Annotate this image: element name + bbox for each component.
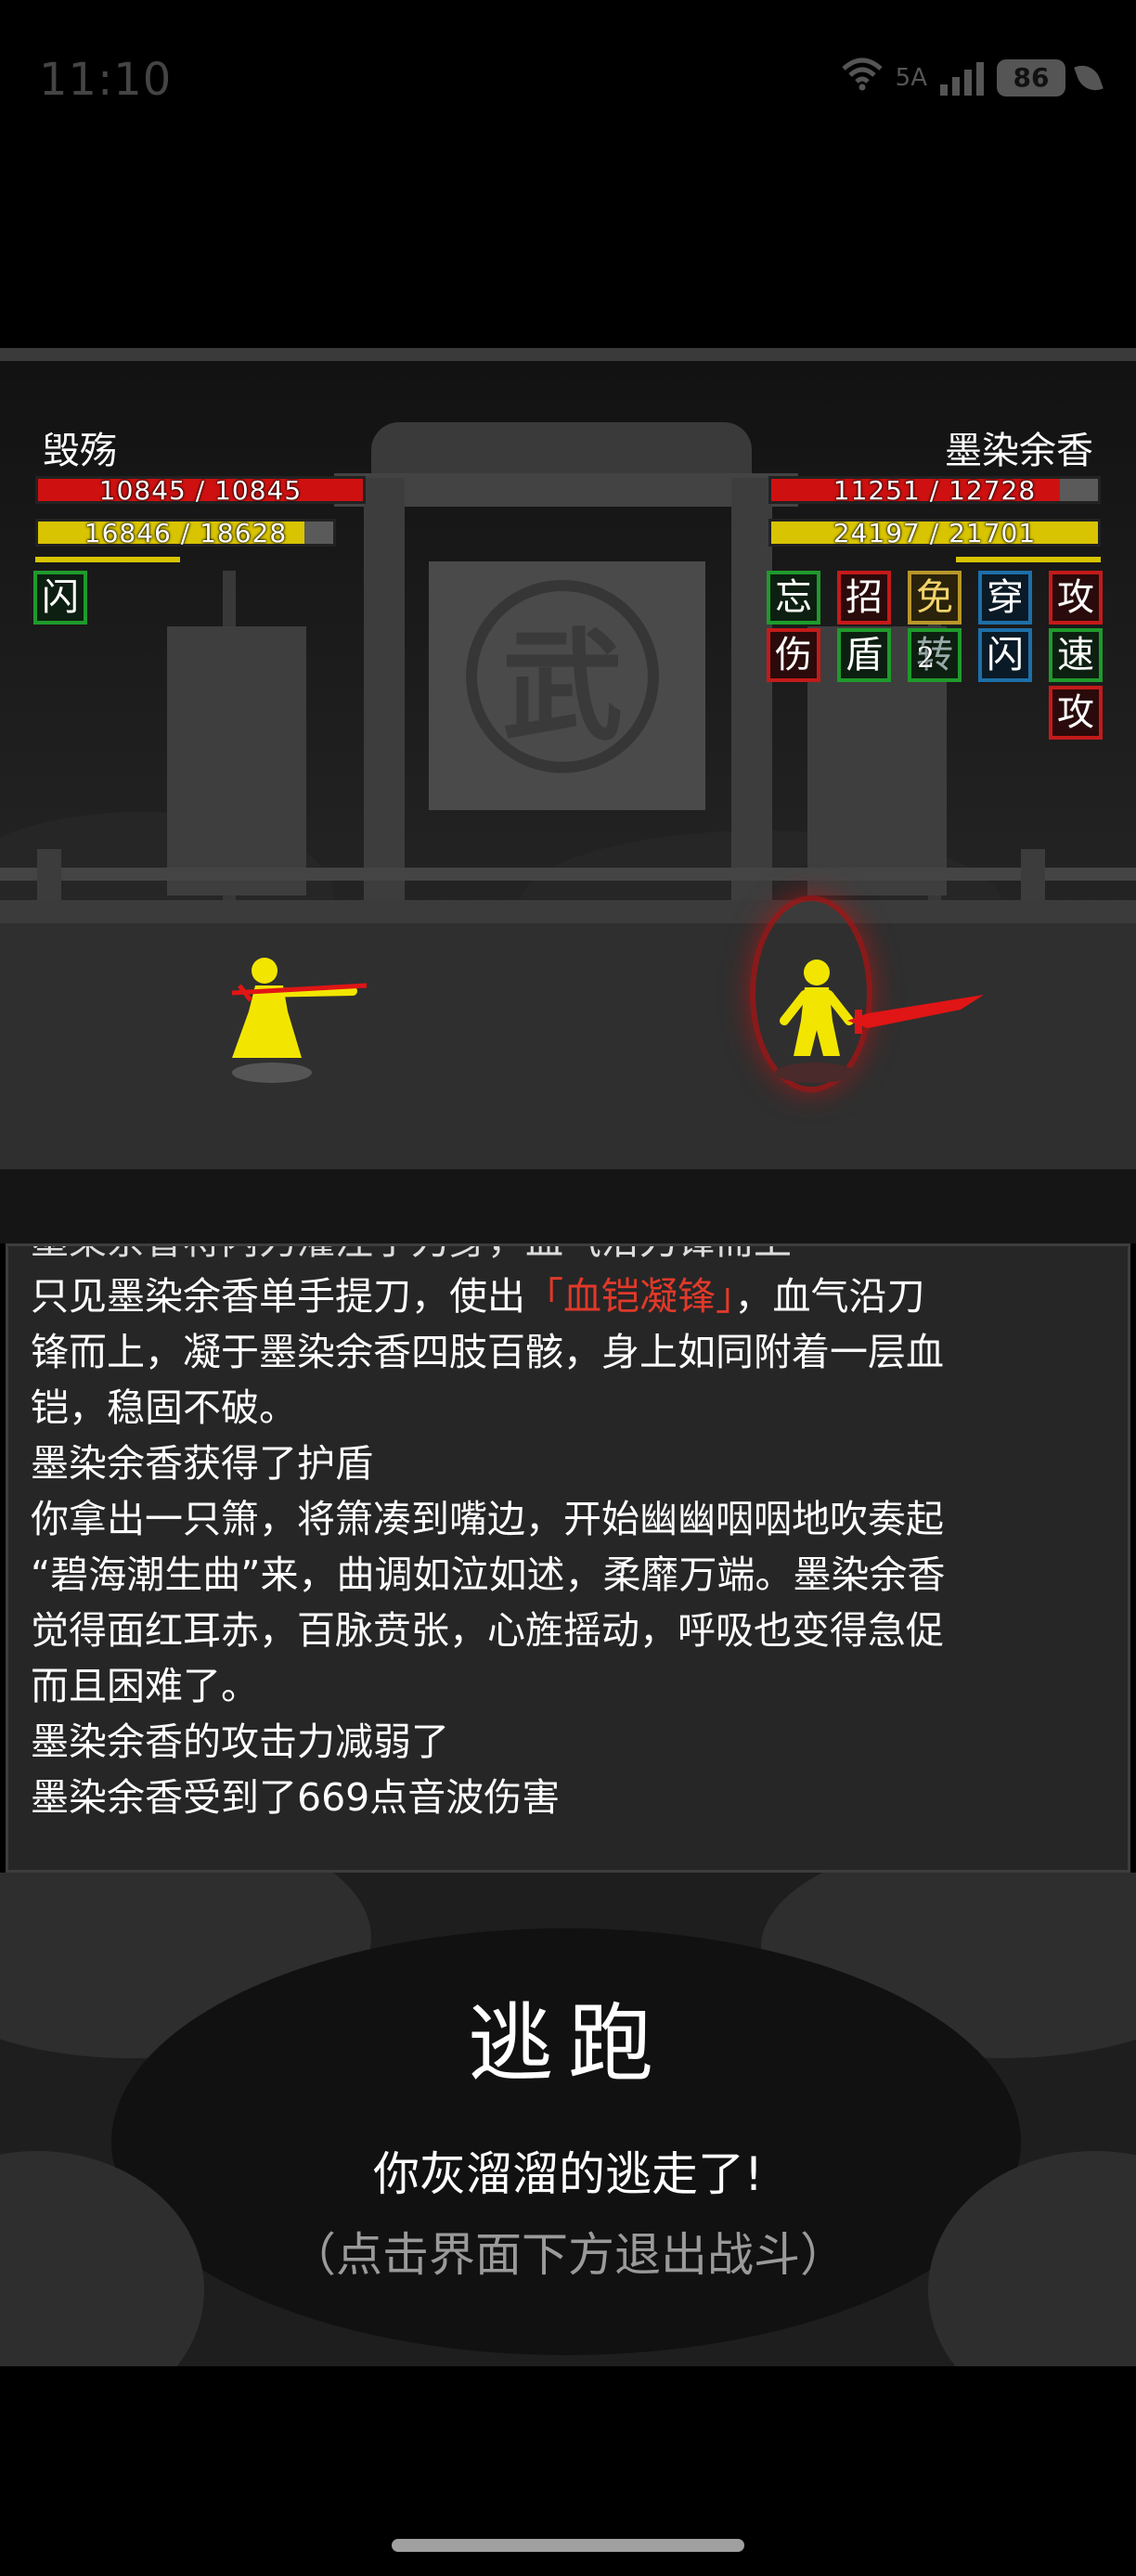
- battle-scene[interactable]: 武 毁殇 10845 / 10845 16846 / 18628 闪 墨染余香 …: [0, 348, 1136, 1243]
- player-mp-bar: 16846 / 18628: [35, 518, 336, 548]
- log-text: 只见墨染余香单手提刀，使出: [31, 1274, 525, 1319]
- status-icons: 5A 86: [842, 58, 1104, 97]
- log-line-clipped: 墨染余香将内力灌注于刀身，血气沿刀锋而上: [31, 1246, 1105, 1269]
- wifi-icon: [842, 58, 883, 97]
- banner-left: [167, 626, 306, 895]
- battle-log[interactable]: 墨染余香将内力灌注于刀身，血气沿刀锋而上 只见墨染余香单手提刀，使出「血铠凝锋」…: [6, 1243, 1130, 1873]
- player-fighter[interactable]: [213, 956, 371, 1072]
- escape-panel[interactable]: 逃跑 你灰溜溜的逃走了! （点击界面下方退出战斗）: [0, 1873, 1136, 2366]
- enemy-status-transfer[interactable]: 转 2: [908, 628, 962, 682]
- enemy-status-forget[interactable]: 忘: [767, 571, 820, 625]
- enemy-hp-text: 11251 / 12728: [833, 475, 1037, 506]
- enemy-status-immune[interactable]: 免: [908, 571, 962, 625]
- enemy-status-move[interactable]: 招: [837, 571, 891, 625]
- enemy-mp-bar: 24197 / 21701: [768, 518, 1101, 548]
- gate-pillar: [731, 478, 772, 923]
- gate-roof: [371, 422, 752, 478]
- scene-frame: [0, 348, 1136, 361]
- enemy-mp-text: 24197 / 21701: [833, 518, 1037, 548]
- escape-title: 逃跑: [467, 1994, 668, 2093]
- enemy-status-pierce[interactable]: 穿: [978, 571, 1032, 625]
- fence-rail: [0, 868, 1136, 881]
- enemy-status-dodge[interactable]: 闪: [978, 628, 1032, 682]
- enemy-status-stack-count: 2: [917, 642, 936, 675]
- signal-icon: [940, 60, 984, 96]
- log-line: 墨染余香的攻击力减弱了: [31, 1719, 449, 1764]
- log-line: 墨染余香获得了护盾: [31, 1441, 373, 1486]
- ground-edge: [0, 1169, 1136, 1243]
- player-energy-line: [35, 557, 180, 562]
- player-status-dodge[interactable]: 闪: [33, 571, 87, 625]
- log-line: 觉得面红耳赤，百脉贲张，心旌摇动，呼吸也变得急促: [31, 1608, 944, 1653]
- player-name: 毁殇: [43, 430, 117, 472]
- log-line: 墨染余香受到了669点音波伤害: [31, 1775, 561, 1820]
- status-time: 11:10: [39, 54, 173, 106]
- log-skill-name: 「血铠凝锋」: [525, 1274, 735, 1319]
- log-line: 只见墨染余香单手提刀，使出「血铠凝锋」，血气沿刀: [31, 1269, 1105, 1324]
- enemy-status-shield[interactable]: 盾: [837, 628, 891, 682]
- exit-battle-hint[interactable]: （点击界面下方退出战斗）: [0, 2218, 1136, 2285]
- enemy-name: 墨染余香: [945, 430, 1093, 472]
- player-hp-text: 10845 / 10845: [98, 475, 303, 506]
- enemy-status-attack-2[interactable]: 攻: [1049, 686, 1103, 740]
- home-indicator[interactable]: [392, 2539, 744, 2552]
- log-line: 铠，稳固不破。: [31, 1385, 297, 1430]
- log-line: “碧海潮生曲”来，曲调如泣如述，柔靡万端。墨染余香: [31, 1552, 946, 1597]
- player-mp-text: 16846 / 18628: [84, 518, 288, 548]
- log-line: 锋而上，凝于墨染余香四肢百骸，身上如同附着一层血: [31, 1330, 944, 1374]
- log-line: 而且困难了。: [31, 1664, 259, 1708]
- enemy-status-damage[interactable]: 伤: [767, 628, 820, 682]
- enemy-energy-line: [956, 557, 1101, 562]
- martial-emblem-icon: 武: [466, 580, 659, 773]
- escape-message: 你灰溜溜的逃走了!: [372, 2147, 764, 2201]
- gate-pillar: [364, 478, 405, 923]
- enemy-status-attack[interactable]: 攻: [1049, 571, 1103, 625]
- leaf-icon: [1074, 59, 1104, 96]
- network-type: 5A: [895, 63, 927, 92]
- player-hp-bar: 10845 / 10845: [35, 475, 366, 506]
- battery-icon: 86: [997, 58, 1065, 97]
- status-bar: 11:10 5A 86: [0, 0, 1136, 167]
- log-line: 你拿出一只箫，将箫凑到嘴边，开始幽幽咽咽地吹奏起: [31, 1497, 944, 1541]
- enemy-hp-bar: 11251 / 12728: [768, 475, 1101, 506]
- enemy-fighter[interactable]: [775, 956, 988, 1072]
- enemy-status-speed[interactable]: 速: [1049, 628, 1103, 682]
- log-text: ，血气沿刀: [734, 1274, 925, 1319]
